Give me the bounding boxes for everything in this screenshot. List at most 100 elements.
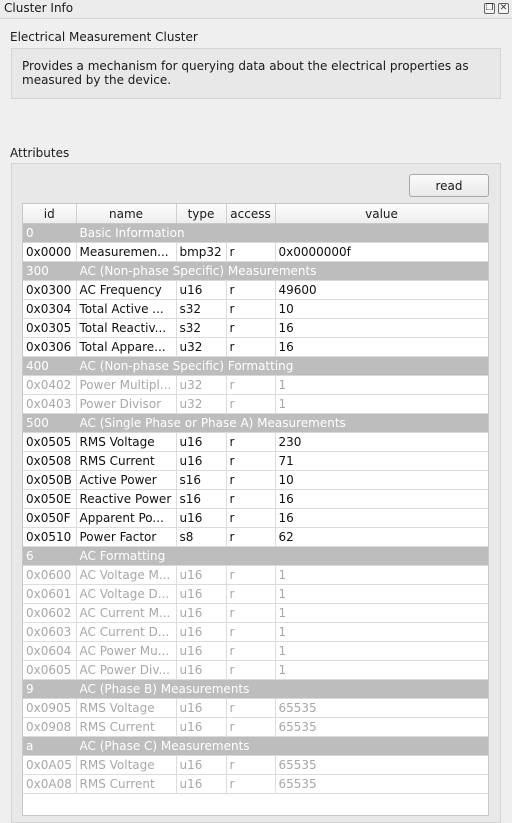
- attribute-id: 0x0600: [23, 565, 77, 585]
- attribute-id: 0x0A08: [23, 774, 77, 794]
- attribute-row[interactable]: 0x0403 Power Divisor u32 r 1: [23, 394, 488, 414]
- attribute-name: AC Voltage M...: [76, 565, 177, 585]
- attribute-value: 49600: [275, 280, 488, 300]
- group-row[interactable]: 400 AC (Non-phase Specific) Formatting: [23, 356, 488, 376]
- attribute-type: bmp32: [176, 242, 227, 262]
- attribute-value: 230: [275, 432, 488, 452]
- attribute-id: 0x0602: [23, 603, 77, 623]
- column-header-access[interactable]: access: [226, 204, 276, 224]
- attribute-type: s32: [176, 318, 227, 338]
- attribute-access: r: [226, 375, 276, 395]
- attribute-access: r: [226, 603, 276, 623]
- attribute-name: RMS Current: [76, 774, 177, 794]
- attribute-access: r: [226, 774, 276, 794]
- attribute-access: r: [226, 242, 276, 262]
- attribute-access: r: [226, 394, 276, 414]
- attribute-access: r: [226, 755, 276, 775]
- column-header-type[interactable]: type: [176, 204, 227, 224]
- attribute-name: AC Current D...: [76, 622, 177, 642]
- attribute-type: u16: [176, 698, 227, 718]
- attribute-value: 65535: [275, 774, 488, 794]
- attribute-value: 65535: [275, 698, 488, 718]
- attribute-access: r: [226, 527, 276, 547]
- attribute-value: 1: [275, 394, 488, 414]
- cluster-name: Electrical Measurement Cluster: [10, 30, 198, 44]
- attribute-value: 0x0000000f: [275, 242, 488, 262]
- attribute-access: r: [226, 318, 276, 338]
- attribute-id: 0x050E: [23, 489, 77, 509]
- attribute-value: 16: [275, 489, 488, 509]
- attribute-access: r: [226, 280, 276, 300]
- attribute-row[interactable]: 0x0A08 RMS Current u16 r 65535: [23, 774, 488, 794]
- attribute-type: u32: [176, 375, 227, 395]
- attribute-row[interactable]: 0x0505 RMS Voltage u16 r 230: [23, 432, 488, 452]
- attribute-type: u16: [176, 660, 227, 680]
- group-title: AC (Non-phase Specific) Formatting: [76, 356, 488, 376]
- attribute-value: 10: [275, 299, 488, 319]
- attribute-access: r: [226, 660, 276, 680]
- attribute-row[interactable]: 0x050F Apparent Po... u16 r 16: [23, 508, 488, 528]
- read-button[interactable]: read: [409, 174, 489, 197]
- attribute-type: u16: [176, 603, 227, 623]
- attribute-row[interactable]: 0x0908 RMS Current u16 r 65535: [23, 717, 488, 737]
- attribute-row[interactable]: 0x0000 Measuremen... bmp32 r 0x0000000f: [23, 242, 488, 262]
- attribute-row[interactable]: 0x0604 AC Power Mu... u16 r 1: [23, 641, 488, 661]
- attribute-value: 1: [275, 375, 488, 395]
- group-row[interactable]: a AC (Phase C) Measurements: [23, 736, 488, 756]
- attribute-row[interactable]: 0x0508 RMS Current u16 r 71: [23, 451, 488, 471]
- attribute-value: 16: [275, 318, 488, 338]
- attribute-name: AC Power Mu...: [76, 641, 177, 661]
- column-header-name[interactable]: name: [76, 204, 177, 224]
- attribute-row[interactable]: 0x0300 AC Frequency u16 r 49600: [23, 280, 488, 300]
- attribute-row[interactable]: 0x0402 Power Multipl... u32 r 1: [23, 375, 488, 395]
- attribute-value: 1: [275, 565, 488, 585]
- attribute-value: 16: [275, 508, 488, 528]
- group-row[interactable]: 300 AC (Non-phase Specific) Measurements: [23, 261, 488, 281]
- attribute-row[interactable]: 0x0304 Total Active ... s32 r 10: [23, 299, 488, 319]
- attribute-row[interactable]: 0x0A05 RMS Voltage u16 r 65535: [23, 755, 488, 775]
- group-row[interactable]: 0 Basic Information: [23, 223, 488, 243]
- column-header-value[interactable]: value: [275, 204, 488, 224]
- attribute-type: u32: [176, 394, 227, 414]
- attribute-id: 0x050B: [23, 470, 77, 490]
- attribute-type: u16: [176, 755, 227, 775]
- attribute-row[interactable]: 0x0305 Total Reactiv... s32 r 16: [23, 318, 488, 338]
- attribute-row[interactable]: 0x0600 AC Voltage M... u16 r 1: [23, 565, 488, 585]
- attribute-name: Total Reactiv...: [76, 318, 177, 338]
- group-row[interactable]: 9 AC (Phase B) Measurements: [23, 679, 488, 699]
- attribute-type: s32: [176, 299, 227, 319]
- attribute-row[interactable]: 0x050B Active Power s16 r 10: [23, 470, 488, 490]
- column-header-id[interactable]: id: [23, 204, 77, 224]
- attribute-row[interactable]: 0x0510 Power Factor s8 r 62: [23, 527, 488, 547]
- close-icon[interactable]: ✕: [498, 3, 509, 14]
- float-icon[interactable]: ❐: [484, 3, 495, 14]
- attribute-name: Total Appare...: [76, 337, 177, 357]
- attributes-table[interactable]: id name type access value 0 Basic Informa…: [22, 203, 489, 816]
- attribute-type: u16: [176, 622, 227, 642]
- attribute-id: 0x0905: [23, 698, 77, 718]
- attribute-name: RMS Current: [76, 451, 177, 471]
- attribute-name: AC Frequency: [76, 280, 177, 300]
- attribute-type: u16: [176, 508, 227, 528]
- window-title: Cluster Info: [4, 1, 74, 15]
- group-row[interactable]: 500 AC (Single Phase or Phase A) Measurem…: [23, 413, 488, 433]
- group-row[interactable]: 6 AC Formatting: [23, 546, 488, 566]
- attribute-access: r: [226, 698, 276, 718]
- attribute-row[interactable]: 0x0602 AC Current M... u16 r 1: [23, 603, 488, 623]
- attribute-name: RMS Voltage: [76, 755, 177, 775]
- attribute-access: r: [226, 565, 276, 585]
- attribute-access: r: [226, 451, 276, 471]
- attribute-id: 0x0603: [23, 622, 77, 642]
- attribute-row[interactable]: 0x0306 Total Appare... u32 r 16: [23, 337, 488, 357]
- attribute-value: 16: [275, 337, 488, 357]
- attribute-name: Power Divisor: [76, 394, 177, 414]
- attribute-row[interactable]: 0x0905 RMS Voltage u16 r 65535: [23, 698, 488, 718]
- attribute-id: 0x0305: [23, 318, 77, 338]
- attribute-name: RMS Current: [76, 717, 177, 737]
- attribute-row[interactable]: 0x0601 AC Voltage D... u16 r 1: [23, 584, 488, 604]
- attribute-row[interactable]: 0x0603 AC Current D... u16 r 1: [23, 622, 488, 642]
- attribute-row[interactable]: 0x0605 AC Power Div... u16 r 1: [23, 660, 488, 680]
- attribute-id: 0x0604: [23, 641, 77, 661]
- attribute-row[interactable]: 0x050E Reactive Power s16 r 16: [23, 489, 488, 509]
- attribute-id: 0x0605: [23, 660, 77, 680]
